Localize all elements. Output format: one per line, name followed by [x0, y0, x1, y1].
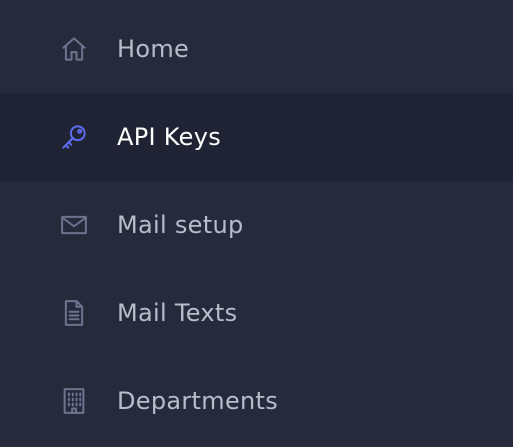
sidebar-item-mail-setup[interactable]: Mail setup: [0, 181, 513, 269]
building-icon: [58, 385, 90, 417]
sidebar-item-label: Mail setup: [117, 211, 244, 239]
sidebar-item-label: API Keys: [117, 123, 222, 151]
sidebar-nav: Home API Keys Mail setup Mail Texts Depa…: [0, 0, 513, 447]
sidebar-item-label: Mail Texts: [117, 299, 238, 327]
sidebar-item-departments[interactable]: Departments: [0, 357, 513, 445]
sidebar-item-label: Departments: [117, 387, 279, 415]
envelope-icon: [58, 209, 90, 241]
document-icon: [58, 297, 90, 329]
sidebar-item-label: Home: [117, 35, 190, 63]
sidebar-item-mail-texts[interactable]: Mail Texts: [0, 269, 513, 357]
sidebar-item-home[interactable]: Home: [0, 5, 513, 93]
sidebar-item-api-keys[interactable]: API Keys: [0, 93, 513, 181]
key-icon: [58, 121, 90, 153]
home-icon: [58, 33, 90, 65]
